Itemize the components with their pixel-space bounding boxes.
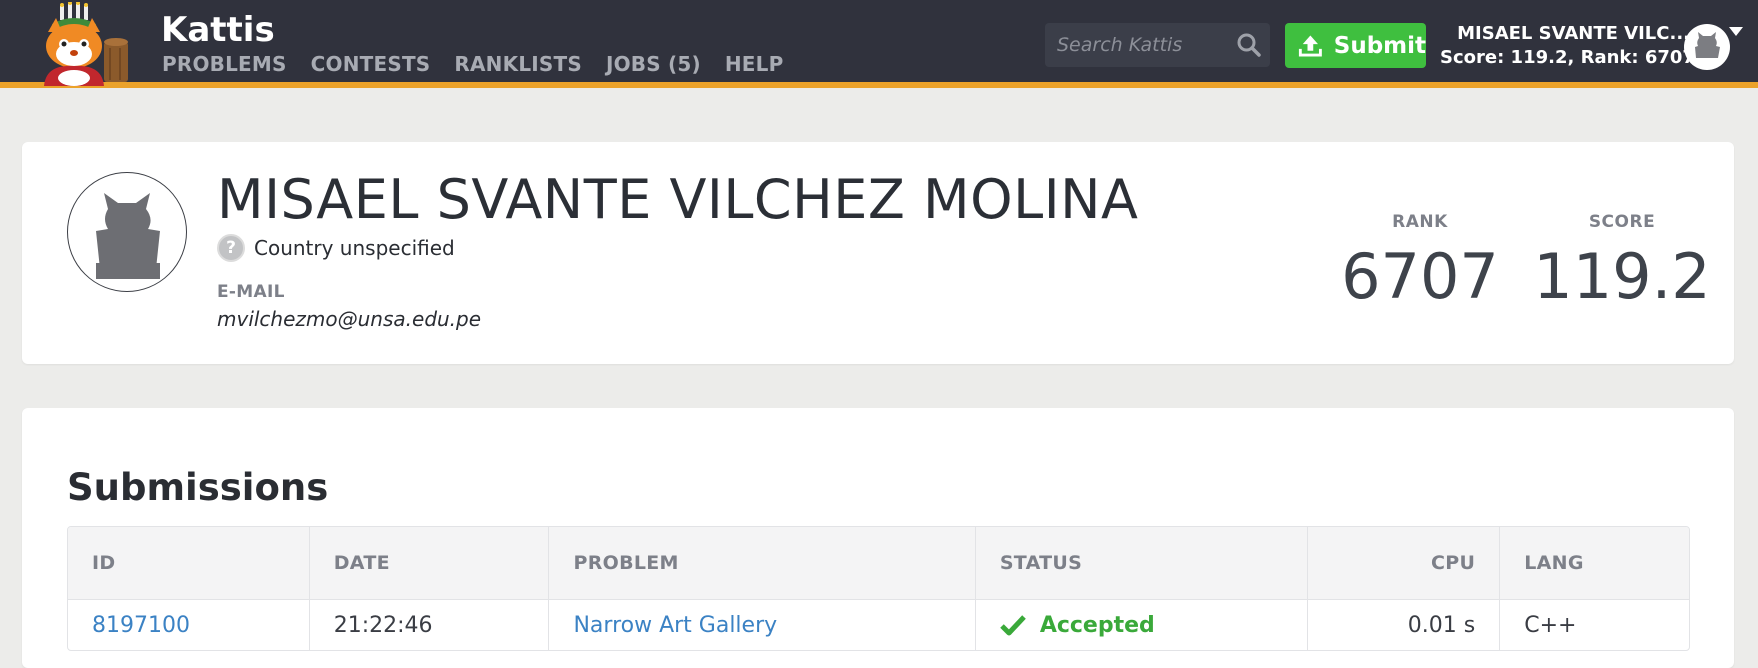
- table-row: 8197100 21:22:46 Narrow Art Gallery Acce…: [68, 600, 1689, 650]
- main-nav: PROBLEMS CONTESTS RANKLISTS JOBS (5) HEL…: [162, 52, 807, 76]
- col-header-lang[interactable]: LANG: [1500, 527, 1689, 600]
- kattis-cat-logo-icon[interactable]: [26, 2, 144, 86]
- email-label: E-MAIL: [217, 282, 285, 302]
- col-header-problem[interactable]: PROBLEM: [549, 527, 976, 600]
- table-header-row: ID DATE PROBLEM STATUS CPU LANG: [68, 527, 1689, 600]
- question-icon: ?: [217, 234, 245, 262]
- rank-stat: RANK 6707: [1320, 212, 1520, 313]
- search-box: [1045, 23, 1270, 67]
- nav-ranklists[interactable]: RANKLISTS: [454, 52, 582, 76]
- submit-button[interactable]: Submit: [1285, 23, 1426, 68]
- score-stat: SCORE 119.2: [1522, 212, 1722, 313]
- status-cell: Accepted: [1000, 613, 1308, 638]
- submissions-title: Submissions: [67, 466, 329, 509]
- checkmark-icon: [1000, 615, 1026, 636]
- nav-problems[interactable]: PROBLEMS: [162, 52, 287, 76]
- nav-jobs[interactable]: JOBS (5): [606, 52, 701, 76]
- col-header-id[interactable]: ID: [68, 527, 310, 600]
- avatar-placeholder-icon: [96, 193, 160, 279]
- submissions-table: ID DATE PROBLEM STATUS CPU LANG 8197100 …: [67, 526, 1690, 651]
- upload-icon: [1298, 34, 1322, 57]
- score-value: 119.2: [1533, 240, 1711, 313]
- status-text: Accepted: [1039, 612, 1155, 638]
- country-text: Country unspecified: [254, 236, 455, 260]
- cpu-time: 0.01 s: [1308, 600, 1501, 650]
- email-value: mvilchezmo@unsa.edu.pe: [217, 307, 482, 331]
- submission-id-link[interactable]: 8197100: [92, 613, 190, 638]
- brand-title[interactable]: Kattis: [161, 10, 275, 50]
- user-name: MISAEL SVANTE VILC...: [1457, 23, 1690, 44]
- search-icon[interactable]: [1236, 32, 1262, 58]
- score-label: SCORE: [1588, 212, 1656, 232]
- user-menu[interactable]: MISAEL SVANTE VILC... Score: 119.2, Rank…: [1440, 22, 1695, 70]
- submit-label: Submit: [1333, 32, 1426, 59]
- top-navbar: Kattis PROBLEMS CONTESTS RANKLISTS JOBS …: [0, 0, 1758, 88]
- nav-contests[interactable]: CONTESTS: [311, 52, 431, 76]
- user-score-rank: Score: 119.2, Rank: 6707: [1440, 47, 1695, 68]
- rank-value: 6707: [1341, 240, 1499, 313]
- profile-card: MISAEL SVANTE VILCHEZ MOLINA ? Country u…: [22, 142, 1734, 364]
- profile-name: MISAEL SVANTE VILCHEZ MOLINA: [217, 168, 1139, 231]
- submissions-card: Submissions ID DATE PROBLEM STATUS CPU L…: [22, 408, 1734, 668]
- col-header-cpu[interactable]: CPU: [1308, 527, 1501, 600]
- search-input[interactable]: [1045, 23, 1225, 67]
- country-row: ? Country unspecified: [217, 234, 455, 262]
- language: C++: [1524, 612, 1577, 638]
- chevron-down-icon[interactable]: [1729, 27, 1743, 36]
- submission-date: 21:22:46: [310, 600, 550, 650]
- col-header-status[interactable]: STATUS: [975, 527, 1309, 600]
- user-avatar[interactable]: [1684, 24, 1730, 70]
- profile-avatar: [67, 172, 187, 292]
- problem-link[interactable]: Narrow Art Gallery: [573, 613, 777, 638]
- col-header-date[interactable]: DATE: [309, 527, 550, 600]
- avatar-placeholder-icon: [1695, 32, 1720, 58]
- nav-help[interactable]: HELP: [725, 52, 784, 76]
- rank-label: RANK: [1392, 212, 1448, 232]
